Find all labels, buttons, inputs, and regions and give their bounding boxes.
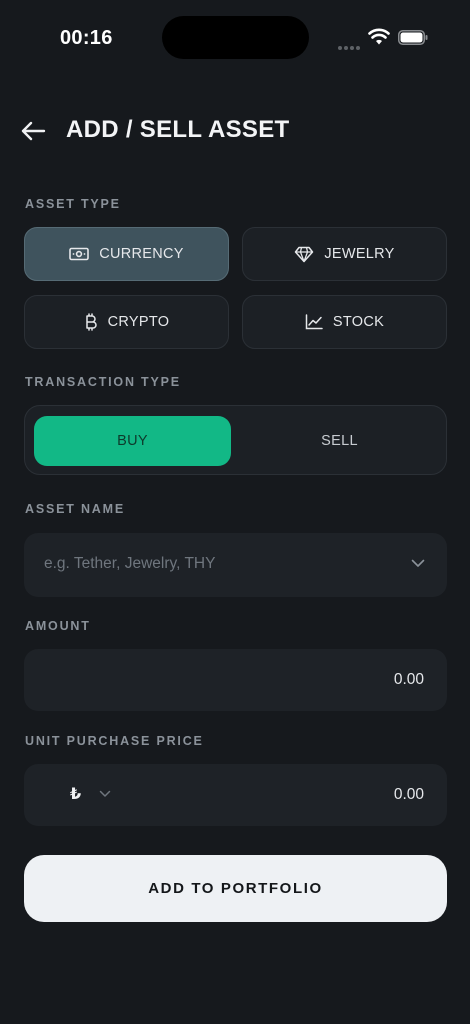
unit-price-label: UNIT PURCHASE PRICE bbox=[25, 734, 204, 748]
asset-type-jewelry-button[interactable]: JEWELRY bbox=[242, 227, 447, 281]
status-bar: 00:16 bbox=[0, 0, 470, 76]
asset-type-currency-button[interactable]: CURRENCY bbox=[24, 227, 229, 281]
page-title: ADD / SELL ASSET bbox=[66, 116, 290, 143]
add-to-portfolio-button[interactable]: ADD TO PORTFOLIO bbox=[24, 855, 447, 922]
sell-option[interactable]: SELL bbox=[241, 416, 438, 466]
asset-type-crypto-button[interactable]: CRYPTO bbox=[24, 295, 229, 349]
diamond-icon bbox=[295, 246, 314, 262]
currency-symbol: ₺ bbox=[70, 786, 82, 803]
asset-name-placeholder: e.g. Tether, Jewelry, THY bbox=[44, 555, 216, 572]
chart-line-icon bbox=[305, 314, 323, 330]
banknote-icon bbox=[69, 247, 90, 261]
battery-icon bbox=[398, 30, 428, 45]
currency-select[interactable]: ₺ bbox=[70, 784, 111, 804]
asset-type-jewelry-label: JEWELRY bbox=[324, 246, 395, 262]
buy-option[interactable]: BUY bbox=[34, 416, 231, 466]
chevron-down-icon bbox=[411, 559, 425, 567]
transaction-type-label: TRANSACTION TYPE bbox=[25, 375, 181, 389]
asset-type-label: ASSET TYPE bbox=[25, 197, 121, 211]
amount-label: AMOUNT bbox=[25, 619, 91, 633]
asset-type-stock-button[interactable]: STOCK bbox=[242, 295, 447, 349]
asset-type-crypto-label: CRYPTO bbox=[107, 314, 170, 330]
add-asset-screen: 00:16 ADD / SELL ASSET ASSET TYPE CURREN… bbox=[0, 0, 470, 1024]
asset-name-label: ASSET NAME bbox=[25, 502, 125, 516]
unit-price-field: ₺ 0.00 bbox=[24, 764, 447, 826]
back-arrow-icon[interactable] bbox=[18, 116, 48, 146]
transaction-type-toggle: BUY SELL bbox=[24, 405, 447, 475]
wifi-icon bbox=[368, 28, 390, 45]
chevron-down-icon bbox=[99, 790, 111, 797]
asset-type-stock-label: STOCK bbox=[332, 314, 385, 330]
unit-price-input[interactable]: 0.00 bbox=[394, 786, 424, 804]
asset-type-currency-label: CURRENCY bbox=[99, 246, 184, 262]
amount-input[interactable]: 0.00 bbox=[24, 649, 447, 711]
signal-dots-icon bbox=[338, 37, 362, 55]
asset-name-select[interactable]: e.g. Tether, Jewelry, THY bbox=[24, 533, 447, 597]
dynamic-island bbox=[162, 16, 309, 59]
amount-value: 0.00 bbox=[393, 671, 424, 688]
header: ADD / SELL ASSET bbox=[0, 108, 470, 152]
bitcoin-icon bbox=[85, 313, 97, 331]
status-time: 00:16 bbox=[60, 27, 113, 49]
